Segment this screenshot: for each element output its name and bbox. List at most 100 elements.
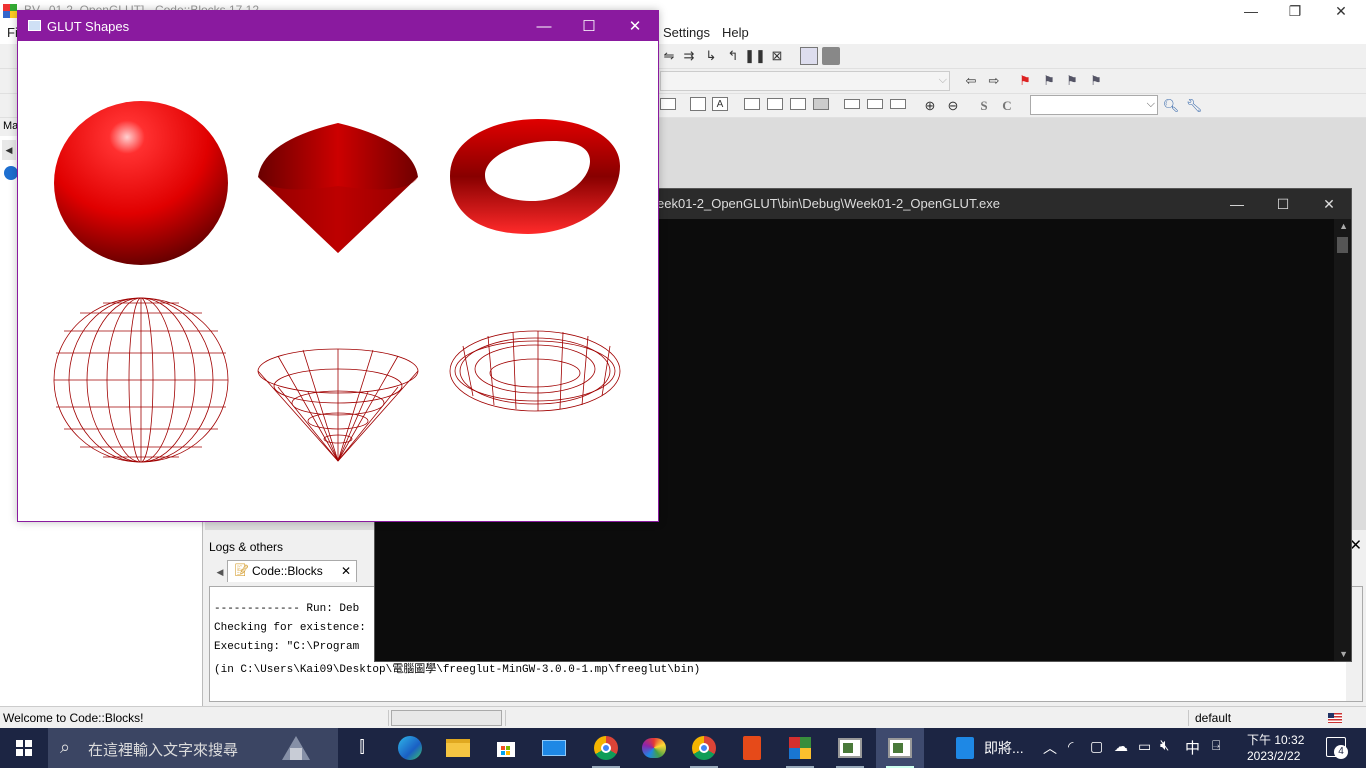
paint-icon[interactable] [630,728,678,768]
clock-time[interactable]: 下午 10:32 [1247,731,1304,748]
search-placeholder: 在這裡輸入文字來搜尋 [88,742,239,759]
windows-logo-icon [16,740,32,756]
tab-close-icon[interactable]: ✕ [341,564,351,578]
ime-mode-icon[interactable]: ⍈ [1212,737,1220,754]
clock-date[interactable]: 2023/2/22 [1247,749,1300,763]
taskbar: ⌕ 在這裡輸入文字來搜尋 ⫿ 即將... ︿ ◜ ▢ ☁ ▭ 🔇︎ 中 ⍈ 下午… [0,728,1366,768]
office-icon[interactable] [728,728,776,768]
wifi-icon[interactable]: ◜ [1068,738,1073,755]
status-progress [391,710,502,726]
wire-sphere [53,297,229,463]
console-minimize-icon[interactable]: — [1215,193,1259,215]
restore-icon[interactable]: ❐ [1272,0,1318,22]
scroll-left-icon[interactable]: ◀ [2,140,16,160]
block2-icon[interactable] [767,98,783,110]
frame1-icon[interactable] [844,99,860,109]
logs-title: Logs & others [209,540,284,554]
bookmark-prev-icon[interactable]: ⚑ [1040,72,1058,90]
text-icon[interactable]: A [712,97,728,111]
debug-stepin-icon[interactable]: ↳ [702,47,720,65]
code-icon[interactable]: C [998,97,1016,115]
edge-icon[interactable] [386,728,434,768]
solid-torus [450,119,620,234]
glut-window[interactable]: GLUT Shapes — ☐ ✕ [17,10,659,522]
glut-titlebar[interactable]: GLUT Shapes — ☐ ✕ [18,11,658,41]
task-view-icon[interactable]: ⫿ [338,728,386,768]
glut-maximize-icon[interactable]: ☐ [567,15,611,37]
taskbar-search[interactable]: ⌕ 在這裡輸入文字來搜尋 [48,728,338,768]
upcoming-app[interactable]: 即將... [946,728,1036,768]
glut-taskbar-icon[interactable] [876,728,924,768]
close-icon[interactable]: ✕ [1318,0,1364,22]
zoom-in-icon[interactable]: ⊕ [921,97,939,115]
wire-torus [449,330,621,412]
frame3-icon[interactable] [890,99,906,109]
strikethrough-icon[interactable]: S [975,97,993,115]
wrench-icon[interactable]: 🔧︎ [1185,97,1203,115]
bookmark-clear-icon[interactable]: ⚑ [1087,72,1105,90]
zoom-out-icon[interactable]: ⊖ [944,97,962,115]
workspace-icon[interactable] [4,166,18,180]
console-close-icon[interactable]: ✕ [1307,193,1351,215]
menu-help[interactable]: Help [722,25,749,40]
chrome-profile-icon[interactable] [680,728,728,768]
shape-icon[interactable] [660,98,676,110]
debug-step-icon[interactable]: ⇋ [660,47,678,65]
onedrive-icon[interactable]: ☁ [1114,738,1128,755]
block4-icon[interactable] [813,98,829,110]
find-icon[interactable]: 🔍︎ [1162,97,1180,115]
wire-cone [257,348,419,462]
menu-settings[interactable]: Settings [663,25,710,40]
console-taskbar-icon[interactable] [826,728,874,768]
block3-icon[interactable] [790,98,806,110]
minimize-icon[interactable]: — [1228,0,1274,22]
meet-icon[interactable]: ▢ [1090,738,1103,755]
forward-arrow-icon[interactable]: ⇨ [985,72,1003,90]
frame2-icon[interactable] [867,99,883,109]
codeblocks-taskbar-icon[interactable] [776,728,824,768]
bookmark-next-icon[interactable]: ⚑ [1063,72,1081,90]
start-button[interactable] [0,728,48,768]
search-icon: ⌕ [60,737,71,757]
show-hidden-icon[interactable]: ︿ [1043,738,1057,758]
file-explorer-icon[interactable] [434,728,482,768]
debug-next-icon[interactable]: ⇉ [680,47,698,65]
upcoming-label: 即將... [984,740,1024,756]
info-icon[interactable] [822,47,840,65]
console-scroll-thumb[interactable] [1337,237,1348,253]
back-arrow-icon[interactable]: ⇦ [962,72,980,90]
console-maximize-icon[interactable]: ☐ [1261,193,1305,215]
debug-stepout-icon[interactable]: ↰ [724,47,742,65]
stop-icon[interactable]: ⊠ [768,47,786,65]
solid-cone [258,123,418,253]
glut-close-icon[interactable]: ✕ [613,15,657,37]
codeblocks-logo-icon [3,4,17,18]
mail-icon[interactable] [530,728,578,768]
window-icon [28,20,41,31]
tab-codeblocks-log[interactable]: 📝︎ Code::Blocks ✕ [227,560,357,582]
store-icon[interactable] [482,728,530,768]
pause-icon[interactable]: ❚❚ [744,47,766,65]
function-combo[interactable]: ⌵ [660,71,950,91]
image-icon[interactable] [690,97,706,111]
battery-icon[interactable]: ▭ [1138,738,1151,755]
us-flag-icon [1328,713,1342,723]
ime-indicator[interactable]: 中 [1185,737,1200,758]
block1-icon[interactable] [744,98,760,110]
scroll-up-icon[interactable]: ▲ [1339,221,1348,231]
bookmark-toggle-icon[interactable]: ⚑ [1016,72,1034,90]
console-scrollbar[interactable]: ▲ ▼ [1334,219,1351,661]
log-line: (in C:\Users\Kai09\Desktop\電腦圖學\freeglut… [214,664,701,676]
debug-window-icon[interactable] [800,47,818,65]
glut-minimize-icon[interactable]: — [522,15,566,37]
search-combo[interactable]: ⌵ [1030,95,1158,115]
log-line: Executing: "C:\Program [214,641,366,653]
status-separator [1188,710,1189,726]
status-default: default [1195,711,1232,725]
scroll-down-icon[interactable]: ▼ [1339,649,1348,659]
volume-muted-icon[interactable]: 🔇︎ [1160,737,1169,754]
statusbar: Welcome to Code::Blocks! default [0,706,1366,728]
note-icon: 📝︎ [234,563,250,577]
status-separator [388,710,389,726]
chrome-icon[interactable] [582,728,630,768]
